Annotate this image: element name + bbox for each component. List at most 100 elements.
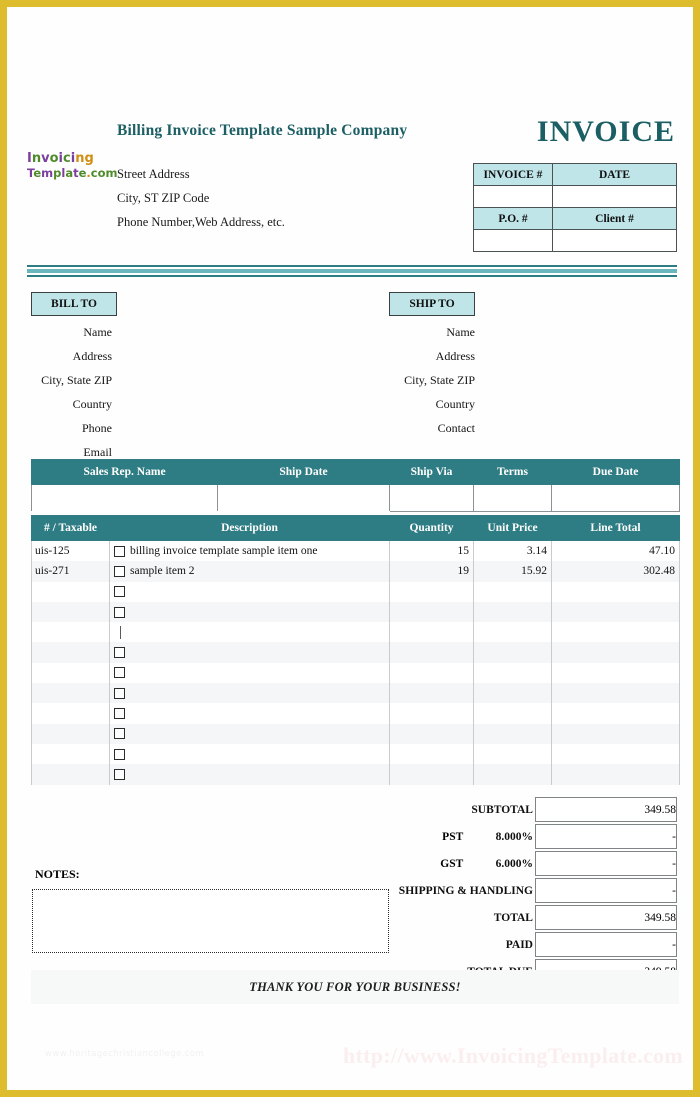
gst-rate[interactable]: 6.000% (465, 851, 533, 876)
notes-input[interactable] (32, 889, 389, 953)
ship-to-name[interactable]: Name (367, 320, 475, 344)
item-unit-price-cell[interactable]: 3.14 (473, 540, 552, 562)
invoice-number-field[interactable] (473, 185, 553, 208)
totals-row: TOTAL 349.58 (389, 905, 677, 930)
item-unit-price-cell[interactable] (473, 622, 552, 643)
item-description-cell[interactable]: sample item 2 (109, 561, 390, 582)
item-sku-cell[interactable] (31, 703, 110, 724)
item-description-cell[interactable] (109, 683, 390, 704)
item-description-cell[interactable] (109, 743, 390, 765)
taxable-checkbox[interactable] (114, 606, 125, 618)
item-quantity-cell[interactable] (389, 723, 474, 744)
shipping-handling-value[interactable]: - (534, 878, 677, 903)
bill-to-phone[interactable]: Phone (7, 416, 112, 440)
item-quantity-cell[interactable] (389, 703, 474, 724)
taxable-checkbox[interactable] (114, 565, 125, 577)
item-description-cell[interactable] (109, 703, 390, 724)
item-unit-price-cell[interactable] (473, 743, 552, 765)
item-unit-price-cell[interactable]: 15.92 (473, 561, 552, 582)
pst-rate[interactable]: 8.000% (465, 824, 533, 849)
gst-value[interactable]: - (534, 851, 677, 876)
item-sku-cell[interactable] (31, 764, 110, 785)
item-line-total-cell[interactable] (551, 662, 680, 684)
bill-to-city-state-zip[interactable]: City, State ZIP (7, 368, 112, 392)
item-line-total-cell[interactable] (551, 703, 680, 724)
ship-to-address[interactable]: Address (367, 344, 475, 368)
ship-to-country[interactable]: Country (367, 392, 475, 416)
item-description-cell[interactable] (109, 601, 390, 623)
bill-to-country[interactable]: Country (7, 392, 112, 416)
item-line-total-cell[interactable] (551, 642, 680, 663)
item-quantity-cell[interactable] (389, 581, 474, 602)
item-sku-cell[interactable]: uis-271 (31, 561, 110, 582)
item-quantity-cell[interactable] (389, 662, 474, 684)
taxable-checkbox[interactable] (114, 545, 125, 557)
item-sku-cell[interactable] (31, 642, 110, 663)
item-line-total-cell[interactable] (551, 581, 680, 602)
item-description-cell[interactable] (109, 581, 390, 602)
item-line-total-cell[interactable] (551, 683, 680, 704)
item-sku-cell[interactable] (31, 743, 110, 765)
item-sku-cell[interactable] (31, 581, 110, 602)
taxable-checkbox[interactable] (114, 687, 125, 699)
item-unit-price-cell[interactable] (473, 723, 552, 744)
item-description-cell[interactable] (109, 723, 390, 744)
ship-date-field[interactable] (217, 484, 390, 512)
item-quantity-cell[interactable] (389, 743, 474, 765)
taxable-checkbox[interactable] (114, 748, 125, 760)
taxable-checkbox[interactable] (114, 708, 125, 720)
ship-via-field[interactable] (389, 484, 474, 512)
item-line-total-cell[interactable]: 47.10 (551, 540, 680, 562)
item-description-cell[interactable]: billing invoice template sample item one (109, 540, 390, 562)
item-description-cell[interactable] (109, 662, 390, 684)
ship-to-city-state-zip[interactable]: City, State ZIP (367, 368, 475, 392)
subtotal-value[interactable]: 349.58 (534, 797, 677, 822)
item-sku-cell[interactable]: uis-125 (31, 540, 110, 562)
item-description-cell[interactable] (109, 642, 390, 663)
item-line-total-cell[interactable] (551, 764, 680, 785)
item-quantity-cell[interactable] (389, 622, 474, 643)
item-quantity-cell[interactable]: 19 (389, 561, 474, 582)
item-line-total-cell[interactable] (551, 743, 680, 765)
item-unit-price-cell[interactable] (473, 703, 552, 724)
item-line-total-cell[interactable] (551, 601, 680, 623)
item-line-total-cell[interactable] (551, 723, 680, 744)
item-quantity-cell[interactable] (389, 601, 474, 623)
item-line-total-cell[interactable]: 302.48 (551, 561, 680, 582)
item-sku-cell[interactable] (31, 683, 110, 704)
item-description-cell[interactable] (109, 622, 390, 643)
item-unit-price-cell[interactable] (473, 764, 552, 785)
item-quantity-cell[interactable] (389, 764, 474, 785)
terms-field[interactable] (473, 484, 552, 512)
bill-to-address[interactable]: Address (7, 344, 112, 368)
taxable-checkbox[interactable] (114, 667, 125, 679)
total-value[interactable]: 349.58 (534, 905, 677, 930)
item-sku-cell[interactable] (31, 622, 110, 643)
item-unit-price-cell[interactable] (473, 683, 552, 704)
bill-to-name[interactable]: Name (7, 320, 112, 344)
taxable-checkbox[interactable] (114, 647, 125, 659)
item-quantity-cell[interactable] (389, 683, 474, 704)
client-number-field[interactable] (552, 229, 677, 252)
item-description-cell[interactable] (109, 764, 390, 785)
item-unit-price-cell[interactable] (473, 662, 552, 684)
item-unit-price-cell[interactable] (473, 642, 552, 663)
taxable-checkbox[interactable] (114, 586, 125, 598)
taxable-checkbox[interactable] (114, 768, 125, 780)
due-date-field[interactable] (551, 484, 680, 512)
item-line-total-cell[interactable] (551, 622, 680, 643)
item-quantity-cell[interactable] (389, 642, 474, 663)
sales-rep-name-field[interactable] (31, 484, 218, 512)
item-unit-price-cell[interactable] (473, 581, 552, 602)
item-quantity-cell[interactable]: 15 (389, 540, 474, 562)
ship-to-contact[interactable]: Contact (367, 416, 475, 440)
paid-value[interactable]: - (534, 932, 677, 957)
item-sku-cell[interactable] (31, 601, 110, 623)
pst-value[interactable]: - (534, 824, 677, 849)
item-sku-cell[interactable] (31, 662, 110, 684)
invoice-date-field[interactable] (552, 185, 677, 208)
taxable-checkbox[interactable] (114, 728, 125, 740)
po-number-field[interactable] (473, 229, 553, 252)
item-unit-price-cell[interactable] (473, 601, 552, 623)
item-sku-cell[interactable] (31, 723, 110, 744)
